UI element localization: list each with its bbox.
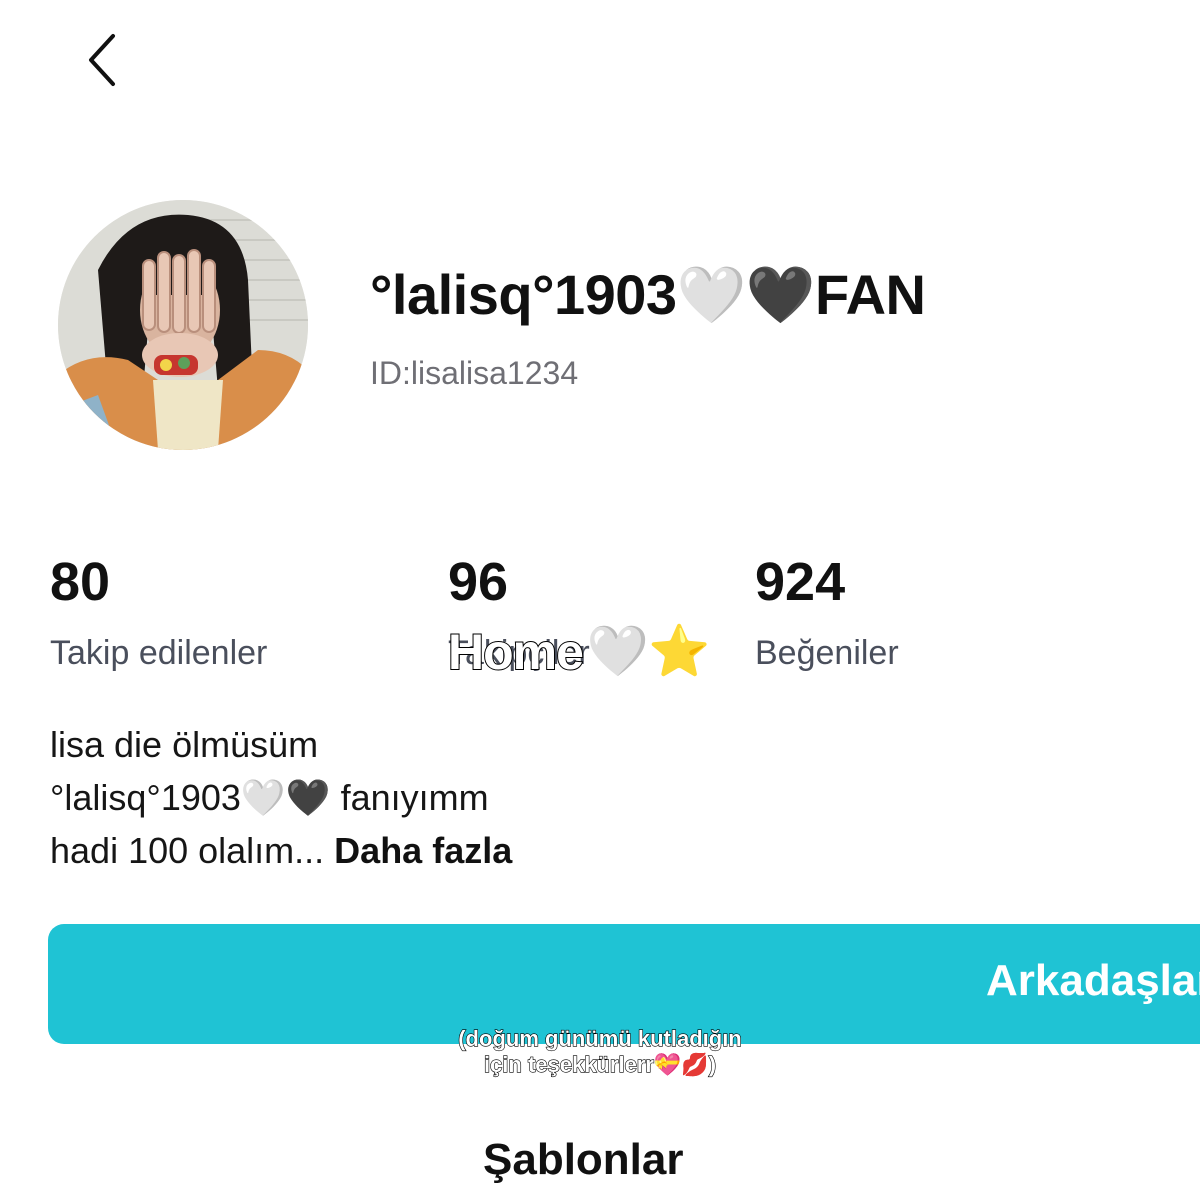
user-id: ID:lisalisa1234 (370, 355, 579, 391)
bio-line-3: hadi 100 olalım... Daha fazla (50, 824, 512, 877)
bio-line-2: °lalisq°1903🤍🖤 fanıyımm (50, 777, 489, 818)
tab-templates[interactable]: Şablonlar (483, 1135, 684, 1185)
caption-line-1: (doğum günümü kutladığın (458, 1025, 743, 1051)
likes-label: Beğeniler (755, 634, 899, 672)
following-count: 80 (50, 552, 111, 612)
likes-count: 924 (755, 552, 846, 612)
video-caption: (doğum günümü kutladığın için teşekkürle… (400, 1025, 800, 1078)
bio-line-1: lisa die ölmüsüm (50, 724, 319, 765)
caption-line-2: için teşekkürlerr💝💋) (483, 1051, 717, 1077)
bio-line-3-text: hadi 100 olalım... (50, 830, 325, 871)
stat-following[interactable]: 80 Takip edilenler (50, 555, 267, 673)
home-sticker-text: Home (447, 623, 585, 681)
more-link[interactable]: Daha fazla (334, 830, 512, 871)
heart-star-emoji: 🤍⭐ (586, 623, 711, 679)
home-sticker-overlay: Home 🤍⭐ (447, 622, 711, 681)
avatar-photo (58, 200, 308, 450)
following-label: Takip edilenler (50, 634, 268, 672)
chevron-left-icon (89, 34, 115, 86)
back-button[interactable] (78, 30, 128, 90)
followers-count: 96 (448, 552, 509, 612)
stat-likes[interactable]: 924 Beğeniler (755, 555, 899, 673)
username: °lalisq°1903🤍🖤FAN (370, 263, 926, 326)
friends-button-label: Arkadaşlar (986, 956, 1200, 1005)
bio: lisa die ölmüsüm °lalisq°1903🤍🖤 fanıyımm… (50, 718, 512, 877)
avatar[interactable] (58, 200, 308, 450)
